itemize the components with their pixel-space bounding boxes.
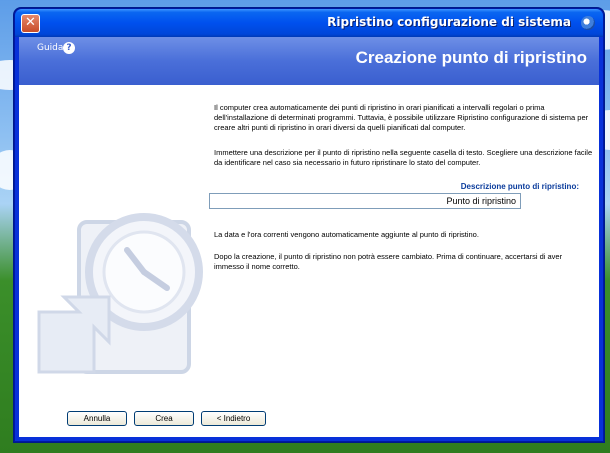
- description-input[interactable]: Punto di ripristino: [209, 193, 521, 209]
- page-title: Creazione punto di ripristino: [355, 48, 587, 67]
- warning-paragraph: Dopo la creazione, il punto di ripristin…: [214, 252, 563, 271]
- intro-paragraph: Il computer crea automaticamente dei pun…: [214, 103, 589, 132]
- system-restore-window: ✕ Ripristino configurazione di sistema G…: [14, 8, 604, 442]
- cancel-button[interactable]: Annulla: [67, 411, 127, 426]
- header-band: Guida ? Creazione punto di ripristino: [19, 37, 599, 85]
- help-icon[interactable]: ?: [63, 42, 75, 54]
- back-button[interactable]: < Indietro: [201, 411, 266, 426]
- system-restore-icon: [581, 16, 595, 30]
- date-note: La data e l'ora correnti vengono automat…: [214, 230, 479, 239]
- instruction-paragraph: Immettere una descrizione per il punto d…: [214, 148, 593, 167]
- window-title: Ripristino configurazione di sistema: [327, 15, 571, 29]
- create-button[interactable]: Crea: [134, 411, 194, 426]
- restore-clock-art: [37, 213, 203, 374]
- help-link[interactable]: Guida: [37, 43, 63, 53]
- close-button[interactable]: ✕: [21, 14, 40, 33]
- title-bar[interactable]: ✕ Ripristino configurazione di sistema: [15, 9, 603, 37]
- wizard-content: Guida ? Creazione punto di ripristino Il…: [19, 37, 599, 437]
- description-label: Descrizione punto di ripristino:: [460, 182, 579, 191]
